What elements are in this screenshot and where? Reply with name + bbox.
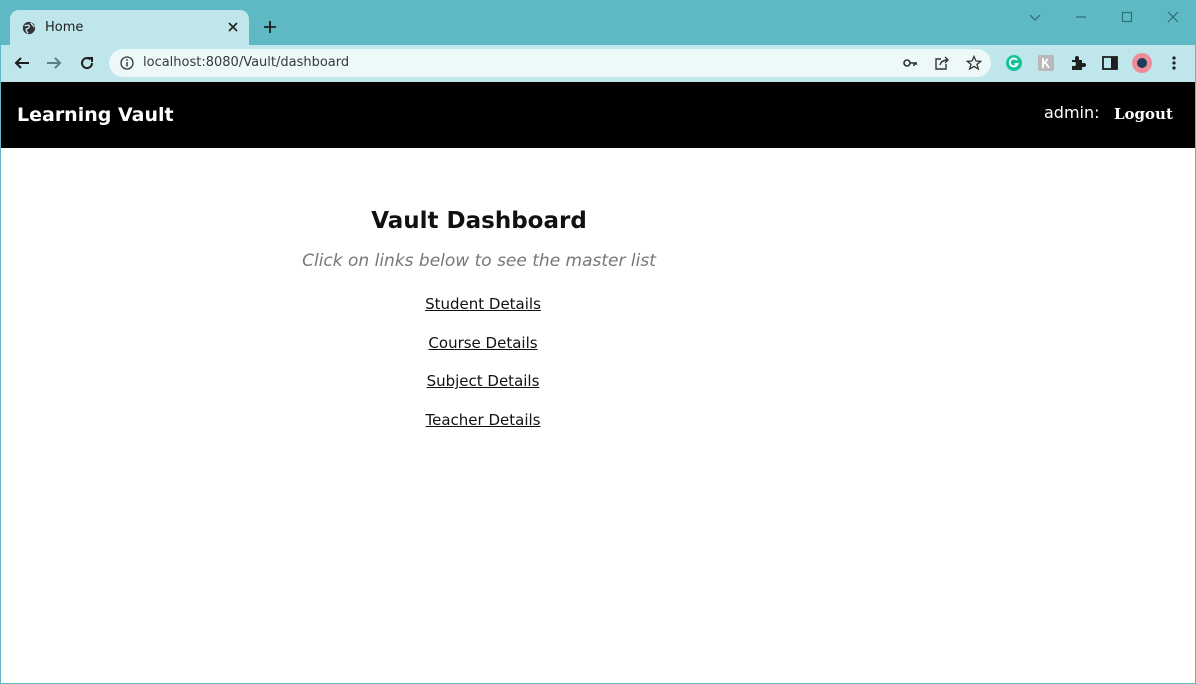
forward-arrow-icon[interactable]	[45, 54, 63, 72]
browser-window: Home localhost:8080/Vault/dashboard Lear…	[0, 0, 1196, 684]
globe-icon	[22, 21, 36, 35]
url-text: localhost:8080/Vault/dashboard	[143, 55, 350, 70]
reload-icon[interactable]	[78, 54, 96, 72]
back-arrow-icon[interactable]	[13, 54, 31, 72]
course-details-link[interactable]: Course Details	[333, 334, 633, 373]
extensions-puzzle-icon[interactable]	[1069, 54, 1087, 72]
tab-strip: Home	[1, 1, 1195, 45]
page-subtitle: Click on links below to see the master l…	[302, 251, 656, 271]
user-label: admin:	[1044, 103, 1100, 122]
address-bar[interactable]: localhost:8080/Vault/dashboard	[109, 49, 991, 77]
subject-details-link[interactable]: Subject Details	[333, 372, 633, 411]
close-icon[interactable]	[226, 20, 240, 34]
profile-avatar-icon[interactable]	[1132, 53, 1152, 73]
key-icon[interactable]	[902, 55, 918, 71]
grammarly-extension-icon[interactable]	[1005, 54, 1023, 72]
logout-link[interactable]: Logout	[1114, 105, 1173, 123]
share-icon[interactable]	[934, 55, 950, 71]
maximize-icon[interactable]	[1120, 10, 1134, 24]
tab-home[interactable]: Home	[10, 10, 249, 45]
dashboard-content: Vault Dashboard Click on links below to …	[1, 148, 1195, 683]
site-navbar: Learning Vault admin: Logout	[1, 82, 1195, 148]
tab-search-chevron-icon[interactable]	[1028, 10, 1042, 24]
bookmark-star-icon[interactable]	[966, 55, 982, 71]
tab-title: Home	[45, 20, 84, 35]
brand-title[interactable]: Learning Vault	[17, 104, 174, 126]
browser-toolbar: localhost:8080/Vault/dashboard	[1, 45, 1195, 82]
new-tab-plus-icon[interactable]	[262, 19, 278, 35]
info-icon[interactable]	[120, 56, 134, 70]
side-panel-icon[interactable]	[1101, 54, 1119, 72]
extension-k-icon[interactable]	[1037, 54, 1055, 72]
page-title: Vault Dashboard	[371, 208, 587, 234]
student-details-link[interactable]: Student Details	[333, 295, 633, 334]
kebab-menu-icon[interactable]	[1165, 54, 1183, 72]
master-list-links: Student Details Course Details Subject D…	[333, 295, 633, 450]
minimize-icon[interactable]	[1074, 10, 1088, 24]
window-close-icon[interactable]	[1166, 10, 1180, 24]
teacher-details-link[interactable]: Teacher Details	[333, 411, 633, 450]
